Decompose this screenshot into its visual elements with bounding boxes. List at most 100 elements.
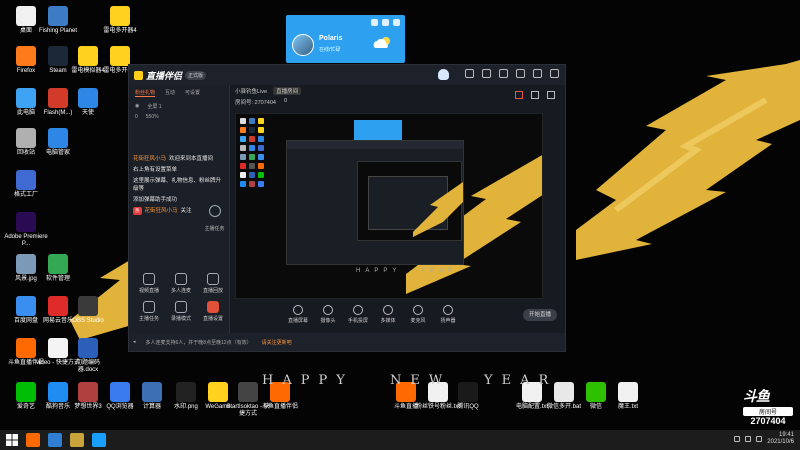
desktop-icon[interactable]: 问题编码器.docx: [66, 338, 110, 374]
qq-minimize-icon[interactable]: [382, 19, 389, 26]
gift-icon[interactable]: [515, 91, 523, 99]
btn-screen[interactable]: 直播屏幕: [287, 305, 309, 324]
stat-a: 0: [135, 114, 138, 120]
audience-row: ◉ 全屏 1: [129, 101, 229, 112]
audience-label[interactable]: 全屏 1: [147, 103, 161, 110]
task-list-icon: [143, 301, 155, 313]
qq-close-icon[interactable]: [393, 19, 400, 26]
taskbar-douyu-icon[interactable]: [26, 433, 40, 447]
desktop-icon-label: 雷电多开器4: [103, 28, 137, 34]
app-icon: [176, 382, 196, 402]
skin-icon[interactable]: [465, 69, 474, 78]
app-icon: [78, 382, 98, 402]
desktop-icon[interactable]: 魔王.txt: [606, 382, 650, 411]
app-icon: [16, 170, 36, 190]
tray-network-icon[interactable]: [745, 436, 752, 442]
app-icon: [16, 46, 36, 66]
tool-task[interactable]: 主播任务: [133, 301, 165, 322]
viewer-count: 0: [283, 98, 288, 104]
chat-text: 添加弹幕助手成功: [133, 197, 178, 203]
category-badge[interactable]: 直播房间: [273, 87, 302, 95]
app-icon: [48, 382, 68, 402]
btn-camera[interactable]: 摄像头: [317, 305, 339, 324]
app-title: 直播伴侣: [146, 70, 183, 81]
start-live-button[interactable]: 开始直播: [523, 309, 557, 321]
desktop-icon-label: 软件管理: [45, 276, 70, 282]
tray-volume-icon[interactable]: [756, 436, 763, 442]
close-icon[interactable]: [550, 69, 559, 78]
qq-nickname: Polaris: [319, 35, 343, 42]
desktop-icon-label: OBS Studio: [72, 318, 104, 324]
side-buttons: 主播任务: [199, 205, 230, 232]
minimize-icon[interactable]: [516, 69, 525, 78]
taskbar-qq-icon[interactable]: [92, 433, 106, 447]
chat-user: 花街狂风小马: [144, 208, 178, 214]
taskbar-app-icon[interactable]: [48, 433, 62, 447]
gold-brush-right: [576, 60, 800, 260]
fullscreen-icon[interactable]: [547, 91, 555, 99]
tab-settings[interactable]: 可设置: [185, 89, 200, 97]
preview-desktop-icons: [240, 118, 264, 187]
chat-text: 右上角有设置菜单: [133, 167, 178, 173]
qq-skin-icon[interactable]: [371, 19, 378, 26]
app-icon: [16, 212, 36, 232]
desktop-icon[interactable]: Fishing Planet: [36, 6, 80, 35]
phone-icon: [353, 305, 363, 315]
btn-media[interactable]: 多媒体: [377, 305, 399, 324]
clock[interactable]: 19:41 2021/10/6: [767, 432, 794, 446]
task-icon[interactable]: [208, 205, 221, 217]
app-icon: [78, 46, 98, 66]
stat-b: 550%: [145, 114, 159, 120]
live-companion-window[interactable]: 直播伴侣 正式版 粉丝礼物 互动 可设置 ◉ 全屏 1 0 550% 花街狂风小…: [128, 64, 566, 352]
tool-video-live[interactable]: 视频直播: [133, 273, 165, 294]
share-icon[interactable]: [531, 91, 539, 99]
desktop-icon[interactable]: Adobe Premiere P...: [4, 212, 48, 248]
btn-phone[interactable]: 手机投屏: [347, 305, 369, 324]
tool-settings[interactable]: 直播设置: [197, 301, 229, 322]
clock-date: 2021/10/6: [767, 439, 794, 445]
tab-fans-gifts[interactable]: 粉丝礼物: [135, 89, 156, 97]
settings-icon: [207, 301, 219, 313]
windows-start-icon[interactable]: [6, 434, 18, 446]
desktop-icon[interactable]: 电脑管家: [36, 128, 80, 157]
message-icon[interactable]: [482, 69, 491, 78]
app-icon: [48, 254, 68, 274]
left-tabs: 粉丝礼物 互动 可设置: [129, 85, 229, 101]
app-titlebar: 直播伴侣 正式版: [129, 65, 565, 85]
version-badge[interactable]: 正式版: [185, 70, 207, 80]
qq-mini-card[interactable]: Polaris 在线/忙碌: [286, 15, 405, 63]
chat-text: 关注: [180, 208, 192, 214]
maximize-icon[interactable]: [533, 69, 542, 78]
desktop-icon[interactable]: 雷电多开器4: [98, 6, 142, 35]
qq-card-controls: [286, 15, 405, 30]
tool-record[interactable]: 录播模式: [165, 301, 197, 322]
stream-preview[interactable]: HAPPY YEAR: [235, 113, 543, 299]
app-icon: [586, 382, 606, 402]
desktop-icon[interactable]: 天使: [66, 88, 110, 117]
desktop-icon-label: 问题编码器.docx: [75, 360, 100, 373]
chat-item: 添加弹幕助手成功: [133, 196, 226, 204]
app-icon: [48, 128, 68, 148]
qq-avatar[interactable]: [292, 34, 314, 56]
mascot-icon: [438, 69, 449, 80]
btn-speaker[interactable]: 扬声器: [437, 305, 459, 324]
tool-multi-mic[interactable]: 多人连麦: [165, 273, 197, 294]
app-icon: [16, 296, 36, 316]
tray-chevron-icon[interactable]: [734, 436, 741, 442]
tool-replay[interactable]: 直播回放: [197, 273, 229, 294]
desktop-icon[interactable]: OBS Studio: [66, 296, 110, 325]
tab-interact[interactable]: 互动: [165, 89, 175, 97]
douyu-watermark: 斗鱼 房间号 2707404: [743, 386, 793, 426]
menu-icon[interactable]: [499, 69, 508, 78]
status-link[interactable]: 请关注更新吧: [262, 339, 292, 346]
btn-mic[interactable]: 麦克风: [407, 305, 429, 324]
app-icon: [48, 338, 68, 358]
source-bar: 直播屏幕 摄像头 手机投屏 多媒体 麦克风 扬声器 开始直播: [235, 305, 565, 333]
desktop-icon[interactable]: 格式工厂: [4, 170, 48, 199]
happy-text: HAPPY: [262, 373, 354, 388]
taskbar-file-explorer-icon[interactable]: [70, 433, 84, 447]
desktop-icon[interactable]: 软件管理: [36, 254, 80, 283]
app-icon: [458, 382, 478, 402]
system-tray: 19:41 2021/10/6: [734, 432, 794, 446]
app-icon: [48, 88, 68, 108]
